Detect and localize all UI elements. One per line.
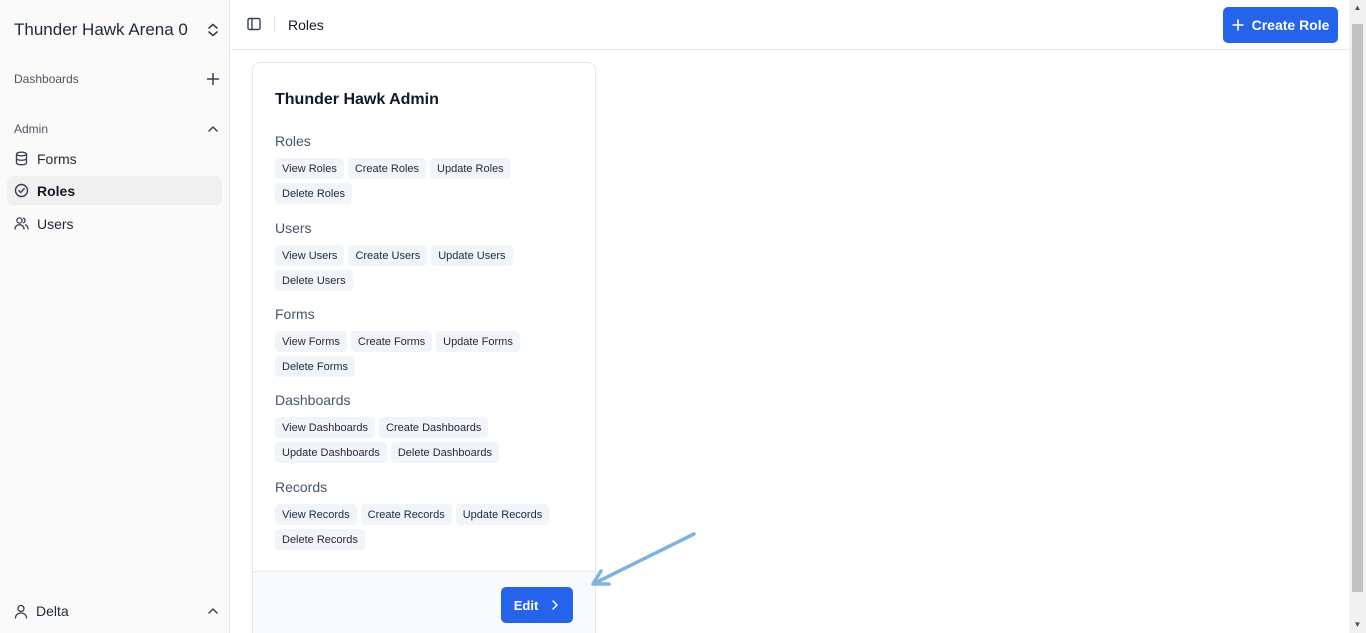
role-card: Thunder Hawk Admin Roles View Roles Crea…	[252, 62, 596, 633]
permission-chip: View Records	[275, 504, 357, 525]
chevron-right-icon	[552, 600, 559, 610]
permission-chip: Update Users	[431, 245, 513, 266]
dashboards-section: Dashboards	[14, 72, 220, 86]
permission-group-title: Records	[275, 479, 328, 495]
annotation-arrow-icon	[591, 532, 696, 586]
permission-chip: Update Dashboards	[275, 442, 387, 463]
create-role-label: Create Role	[1251, 17, 1330, 33]
edit-role-button[interactable]: Edit	[501, 587, 573, 623]
permission-chip: Delete Users	[275, 270, 353, 291]
permission-group-records: Records View Records Create Records Upda…	[275, 479, 575, 550]
permission-chip: Create Records	[360, 504, 452, 525]
permission-chip: Update Records	[455, 504, 550, 525]
page-title: Roles	[288, 17, 324, 33]
user-menu[interactable]: Delta	[14, 600, 220, 622]
role-title: Thunder Hawk Admin	[275, 91, 439, 108]
edit-label: Edit	[513, 597, 539, 613]
permission-chip: View Users	[275, 245, 345, 266]
dashboards-section-label: Dashboards	[14, 72, 79, 86]
chevron-up-icon	[208, 608, 218, 614]
permission-group-roles: Roles View Roles Create Roles Update Rol…	[275, 133, 575, 204]
permission-group-title: Forms	[275, 306, 315, 322]
sidebar-item-roles[interactable]: Roles	[7, 176, 222, 205]
permission-chip: Create Users	[348, 245, 428, 266]
check-circle-icon	[14, 183, 29, 198]
permission-chip: Create Dashboards	[379, 417, 489, 438]
admin-section-label: Admin	[14, 122, 49, 136]
plus-icon	[1231, 19, 1244, 31]
permission-chip: Delete Forms	[275, 356, 356, 377]
scroll-down-arrow-icon[interactable]: ▼	[1352, 620, 1363, 630]
workspace-name: Thunder Hawk Arena 0	[14, 20, 188, 39]
sidebar-item-label: Roles	[37, 182, 76, 199]
scroll-up-arrow-icon[interactable]: ▲	[1352, 3, 1363, 13]
permission-group-title: Users	[275, 220, 312, 236]
sidebar: Thunder Hawk Arena 0 Dashboards Admin Fo…	[0, 0, 230, 633]
user-icon	[14, 604, 28, 619]
workspace-switcher[interactable]: Thunder Hawk Arena 0	[14, 18, 220, 42]
permission-group-dashboards: Dashboards View Dashboards Create Dashbo…	[275, 392, 575, 463]
permission-group-title: Roles	[275, 133, 311, 149]
sidebar-item-forms[interactable]: Forms	[7, 144, 222, 173]
sidebar-item-label: Users	[37, 215, 74, 232]
permission-group-title: Dashboards	[275, 392, 351, 408]
permission-chip: Create Roles	[347, 158, 427, 179]
permission-group-users: Users View Users Create Users Update Use…	[275, 220, 575, 291]
sidebar-item-users[interactable]: Users	[7, 209, 222, 238]
permission-chip: Delete Records	[275, 529, 365, 550]
permission-chip: Update Roles	[430, 158, 511, 179]
permission-group-forms: Forms View Forms Create Forms Update For…	[275, 306, 575, 377]
admin-section[interactable]: Admin	[14, 122, 220, 136]
permission-chip: Create Forms	[350, 331, 433, 352]
permission-chip: View Forms	[275, 331, 347, 352]
plus-icon[interactable]	[206, 72, 220, 86]
sidebar-toggle-icon[interactable]	[246, 16, 262, 32]
permission-chip: Update Forms	[436, 331, 520, 352]
database-icon	[14, 151, 29, 166]
permission-chip: View Dashboards	[275, 417, 376, 438]
chevrons-up-down-icon	[208, 23, 218, 37]
permission-chip: View Roles	[275, 158, 344, 179]
permission-chip: Delete Roles	[275, 183, 352, 204]
create-role-button[interactable]: Create Role	[1223, 7, 1338, 43]
top-header: Roles Create Role	[231, 0, 1349, 50]
user-name: Delta	[36, 603, 69, 619]
permission-chip: Delete Dashboards	[390, 442, 500, 463]
header-divider	[274, 16, 275, 33]
scrollbar-thumb[interactable]	[1352, 24, 1363, 592]
card-footer: Edit	[253, 571, 595, 633]
sidebar-item-label: Forms	[37, 150, 77, 167]
users-icon	[14, 216, 29, 231]
chevron-up-icon	[208, 126, 218, 132]
